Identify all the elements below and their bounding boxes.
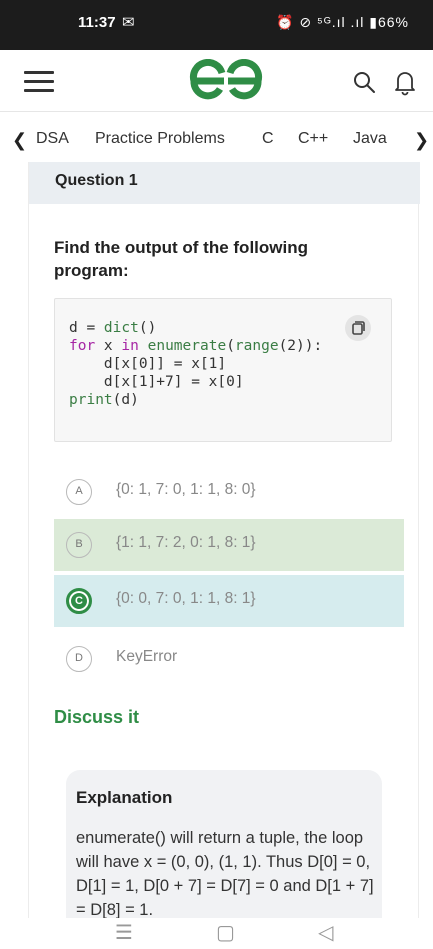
explanation-title: Explanation	[76, 788, 173, 807]
option-c-radio[interactable]: C	[66, 588, 92, 614]
code-content: d = dict() for x in enumerate(range(2)):…	[69, 320, 323, 408]
question-text: Find the output of the following program…	[54, 238, 308, 280]
option-d-radio[interactable]: D	[66, 646, 92, 672]
topic-c[interactable]: C	[262, 130, 274, 148]
question-header: Question 1	[29, 162, 420, 204]
discuss-link[interactable]: Discuss it	[54, 707, 139, 728]
option-b[interactable]: B {1: 1, 7: 2, 0: 1, 8: 1}	[54, 519, 404, 571]
option-c[interactable]: C {0: 0, 7: 0, 1: 1, 8: 1}	[54, 575, 404, 627]
option-c-text: {0: 0, 7: 0, 1: 1, 8: 1}	[116, 590, 256, 607]
option-d[interactable]: D KeyError	[54, 633, 404, 685]
topic-java[interactable]: Java	[353, 130, 387, 148]
option-a-radio[interactable]: A	[66, 479, 92, 505]
geeksforgeeks-logo[interactable]	[186, 59, 266, 101]
hamburger-menu-icon[interactable]	[24, 71, 54, 93]
status-bar: 11:37 ✉ ⏰ ⊘ ⁵ᴳ.ıl .ıl ▮66%	[0, 0, 433, 50]
back-icon[interactable]: ◁	[318, 920, 333, 945]
recent-apps-icon[interactable]: ☰	[115, 920, 133, 945]
topic-cpp[interactable]: C++	[298, 130, 328, 148]
option-a[interactable]: A {0: 1, 7: 0, 1: 1, 8: 0}	[54, 466, 404, 518]
bell-icon[interactable]	[393, 68, 417, 96]
home-icon[interactable]: ▢	[216, 920, 235, 945]
topic-practice-problems[interactable]: Practice Problems	[95, 130, 225, 148]
system-nav-bar: ☰ ▢ ◁	[0, 918, 433, 949]
status-icons: ⏰ ⊘ ⁵ᴳ.ıl .ıl ▮66%	[276, 14, 409, 30]
option-d-text: KeyError	[116, 648, 178, 665]
explanation-box: Explanation enumerate() will return a tu…	[66, 770, 382, 925]
topic-nav: ❮ DSA Practice Problems C C++ Java ❯	[0, 118, 433, 162]
explanation-text: enumerate() will return a tuple, the loo…	[76, 829, 374, 919]
chevron-right-icon[interactable]: ❯	[414, 130, 429, 151]
topic-dsa[interactable]: DSA	[36, 130, 69, 148]
question-number: Question 1	[55, 172, 138, 189]
status-time: 11:37	[78, 14, 116, 31]
option-b-text: {1: 1, 7: 2, 0: 1, 8: 1}	[116, 534, 256, 551]
code-block: d = dict() for x in enumerate(range(2)):…	[54, 298, 392, 442]
search-icon[interactable]	[352, 70, 376, 94]
mail-icon: ✉	[122, 14, 135, 31]
option-a-text: {0: 1, 7: 0, 1: 1, 8: 0}	[116, 481, 256, 498]
option-b-radio[interactable]: B	[66, 532, 92, 558]
copy-icon[interactable]	[345, 315, 371, 341]
app-header	[0, 50, 433, 112]
chevron-left-icon[interactable]: ❮	[12, 130, 27, 151]
